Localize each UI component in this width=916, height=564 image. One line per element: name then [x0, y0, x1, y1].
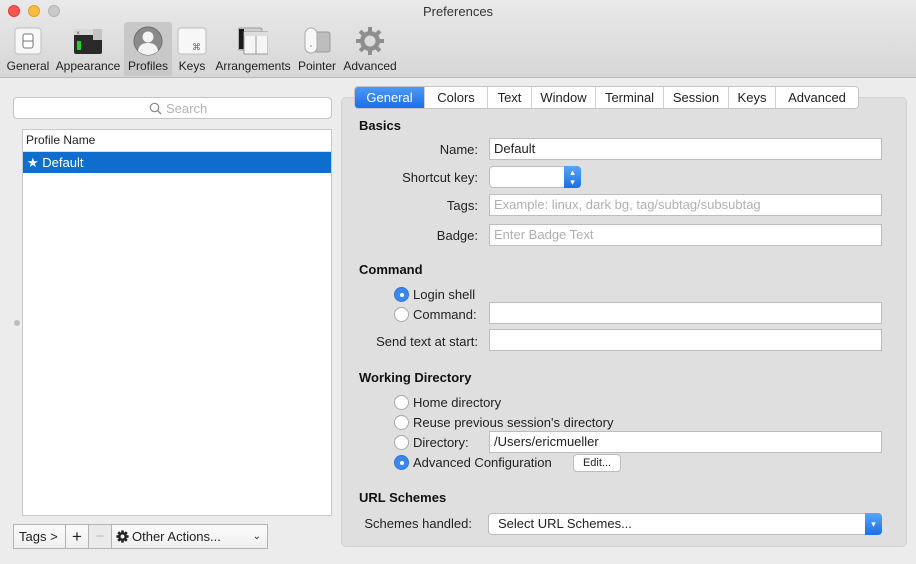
command-label: Command: [413, 307, 477, 322]
tab-session[interactable]: Session [664, 87, 729, 108]
title-bar: Preferences General × Appearance Profile… [0, 0, 916, 78]
login-shell-label: Login shell [413, 287, 476, 302]
profile-list: Profile Name ★ Default [22, 129, 332, 516]
search-icon [149, 102, 162, 115]
tags-label: Tags: [446, 198, 478, 213]
tab-window[interactable]: Window [532, 87, 596, 108]
toggle-switch-icon [14, 27, 42, 55]
terminal-window-icon: × [74, 29, 102, 54]
add-profile-button[interactable]: + [66, 525, 89, 548]
profile-actions-bar: Tags > + − Other Actions... ⌄ [13, 524, 268, 549]
command-field[interactable] [489, 302, 882, 324]
toolbar-item-advanced[interactable]: Advanced [342, 22, 398, 76]
toolbar-label: Arrangements [215, 59, 291, 73]
tags-field[interactable]: Example: linux, dark bg, tag/subtag/subs… [489, 194, 882, 216]
tab-terminal[interactable]: Terminal [596, 87, 664, 108]
badge-field[interactable]: Enter Badge Text [489, 224, 882, 246]
tab-colors[interactable]: Colors [425, 87, 488, 108]
name-field[interactable]: Default [489, 138, 882, 160]
url-schemes-select[interactable]: Select URL Schemes... ▾ [488, 513, 882, 535]
gear-icon [356, 27, 384, 55]
shortcut-key-label: Shortcut key: [402, 170, 478, 185]
tab-text[interactable]: Text [488, 87, 532, 108]
svg-text:×: × [76, 31, 80, 37]
toolbar-label: Keys [178, 59, 206, 73]
toolbar-label: Profiles [127, 59, 168, 73]
badge-label: Badge: [436, 228, 478, 243]
tab-keys[interactable]: Keys [729, 87, 776, 108]
login-shell-radio[interactable] [394, 287, 409, 302]
url-schemes-value: Select URL Schemes... [498, 516, 632, 531]
chevron-down-icon: ⌄ [252, 531, 261, 542]
shortcut-key-select[interactable]: ▴ ▾ [489, 166, 581, 188]
home-directory-radio[interactable] [394, 395, 409, 410]
schemes-handled-label: Schemes handled: [364, 516, 472, 531]
reuse-directory-radio[interactable] [394, 415, 409, 430]
section-heading-working-directory: Working Directory [359, 370, 472, 385]
mouse-icon [304, 27, 331, 54]
section-heading-basics: Basics [359, 118, 401, 133]
split-view-handle[interactable] [14, 320, 20, 326]
edit-advanced-configuration-button[interactable]: Edit... [573, 454, 621, 472]
tags-button[interactable]: Tags > [14, 525, 66, 548]
toolbar-label: Pointer [297, 59, 337, 73]
user-silhouette-icon [133, 26, 163, 56]
toolbar-item-keys[interactable]: ⌘ Keys [175, 22, 209, 76]
window-title: Preferences [422, 4, 494, 19]
profile-search-input[interactable]: Search [13, 97, 332, 119]
toolbar-label: Advanced [343, 59, 397, 73]
directory-radio[interactable] [394, 435, 409, 450]
toolbar-label: General [6, 59, 50, 73]
toolbar-item-profiles[interactable]: Profiles [124, 22, 172, 76]
column-header-profile-name[interactable]: Profile Name [23, 130, 331, 152]
search-placeholder: Search [166, 101, 208, 116]
gear-icon [116, 530, 129, 543]
profile-row-default[interactable]: ★ Default [23, 152, 331, 173]
window-arrangement-icon [238, 27, 268, 55]
section-heading-url-schemes: URL Schemes [359, 490, 447, 505]
tab-general[interactable]: General [355, 87, 425, 108]
remove-profile-button[interactable]: − [89, 525, 112, 548]
other-actions-dropdown[interactable]: Other Actions... ⌄ [112, 525, 267, 548]
command-radio[interactable] [394, 307, 409, 322]
send-text-field[interactable] [489, 329, 882, 351]
reuse-directory-label: Reuse previous session's directory [413, 415, 614, 430]
directory-label: Directory: [413, 435, 469, 450]
toolbar-label: Appearance [55, 59, 121, 73]
section-heading-command: Command [359, 262, 423, 277]
svg-text:⌘: ⌘ [192, 43, 201, 53]
toolbar-item-appearance[interactable]: × Appearance [55, 22, 121, 76]
tab-advanced[interactable]: Advanced [776, 87, 858, 108]
send-text-label: Send text at start: [376, 334, 478, 349]
toolbar-item-arrangements[interactable]: Arrangements [214, 22, 292, 76]
advanced-configuration-label: Advanced Configuration [413, 455, 552, 470]
home-directory-label: Home directory [413, 395, 502, 410]
toolbar-item-pointer[interactable]: Pointer [296, 22, 338, 76]
toolbar-item-general[interactable]: General [4, 22, 52, 76]
directory-field[interactable]: /Users/ericmueller [489, 431, 882, 453]
chevron-down-icon: ▾ [865, 513, 882, 535]
advanced-configuration-radio[interactable] [394, 455, 409, 470]
command-key-icon: ⌘ [177, 27, 207, 55]
stepper-arrows-icon: ▴ ▾ [564, 166, 581, 188]
name-label: Name: [439, 142, 478, 157]
profile-tabs: General Colors Text Window Terminal Sess… [354, 86, 859, 109]
other-actions-label: Other Actions... [132, 529, 221, 544]
